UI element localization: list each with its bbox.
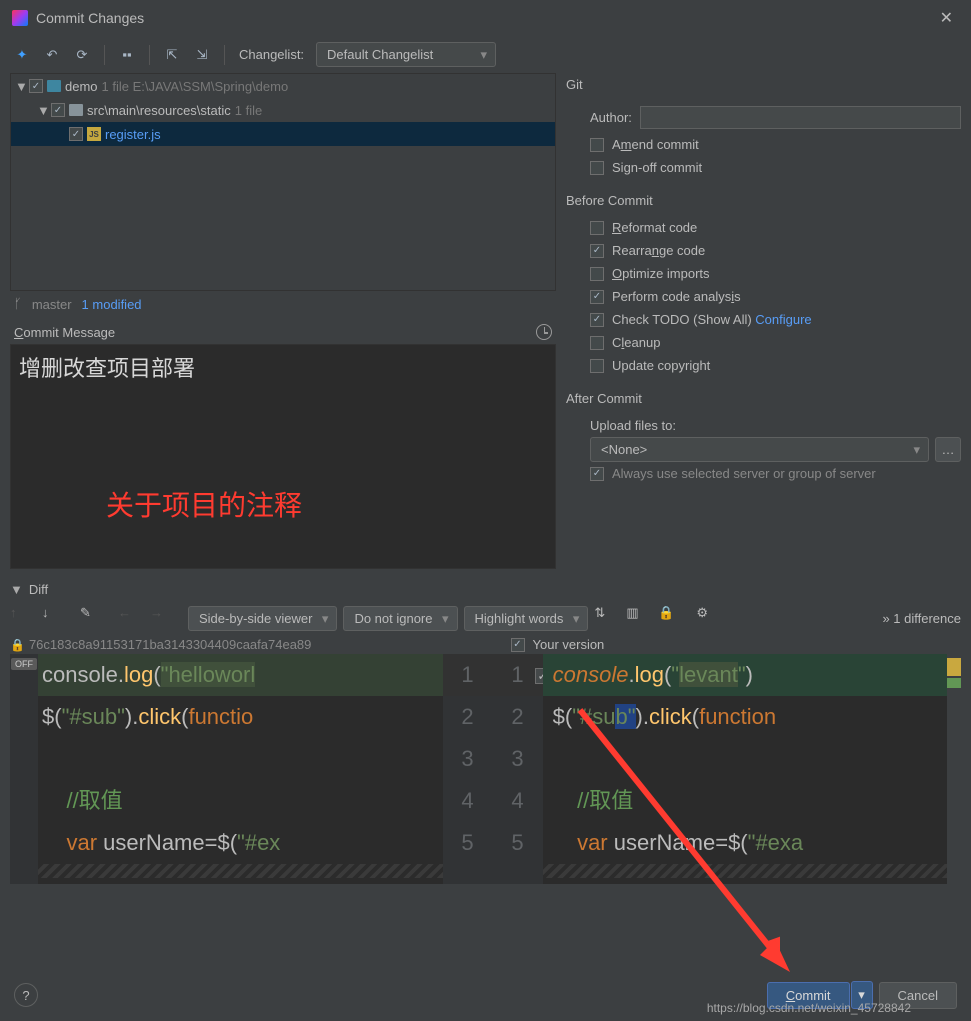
marker-gutter[interactable] (947, 654, 961, 884)
diff-toolbar: ↑ ↓ ✎ ← → Side-by-side viewer Do not ign… (0, 601, 971, 635)
window-title: Commit Changes (36, 10, 934, 26)
bottom-bar: ? CCommitommit ▾ Cancel (0, 969, 971, 1021)
changelist-label: Changelist: (239, 47, 304, 62)
ignore-combo[interactable]: Do not ignore (343, 606, 457, 631)
undo-icon[interactable]: ↶ (40, 43, 64, 67)
diff-viewer: OFF console.log("helloworl $("#sub").cli… (10, 654, 961, 884)
cancel-button[interactable]: Cancel (879, 982, 957, 1009)
gear-icon[interactable]: ⚙ (696, 605, 722, 631)
commit-message-label: Commit Message (14, 325, 115, 340)
status-line: ᚶ master 1 modified (10, 291, 556, 314)
collapse-icon[interactable]: ⇲ (190, 43, 214, 67)
signoff-checkbox[interactable] (590, 161, 604, 175)
modified-count[interactable]: 1 modified (82, 297, 142, 312)
diff-count: » 1 difference (882, 611, 961, 626)
checkbox[interactable] (69, 127, 83, 141)
forward-icon[interactable]: → (150, 605, 176, 631)
close-icon[interactable]: ✕ (934, 6, 959, 30)
your-version-checkbox[interactable] (511, 638, 525, 652)
tree-child[interactable]: ▼ src\main\resources\static 1 file (11, 98, 555, 122)
tree-root[interactable]: ▼ demo 1 file E:\JAVA\SSM\Spring\demo (11, 74, 555, 98)
expand-icon[interactable]: ⇱ (160, 43, 184, 67)
lock-icon[interactable]: 🔒 (658, 605, 684, 631)
file-tree[interactable]: ▼ demo 1 file E:\JAVA\SSM\Spring\demo ▼ … (10, 73, 556, 291)
help-icon[interactable]: ? (14, 983, 38, 1007)
collapse-unchanged-icon[interactable]: ⇅ (594, 605, 620, 631)
git-section-title: Git (566, 73, 961, 102)
highlight-combo[interactable]: Highlight words (464, 606, 589, 631)
signoff-label: Sign-off commit (612, 160, 702, 175)
refresh-icon[interactable]: ⟳ (70, 43, 94, 67)
checkbox[interactable] (590, 336, 604, 350)
line-gutter: 12345 12345 (443, 654, 543, 884)
viewer-combo[interactable]: Side-by-side viewer (188, 606, 337, 631)
before-item: Rearrange code (566, 239, 961, 262)
before-item: Update copyright (566, 354, 961, 377)
checkbox[interactable] (51, 103, 65, 117)
edit-icon[interactable]: ✎ (80, 605, 106, 631)
lock-icon: 🔒 (10, 638, 25, 652)
amend-checkbox[interactable] (590, 138, 604, 152)
diff-toggle-icon[interactable]: ▼ (10, 582, 23, 597)
prev-diff-icon[interactable]: ↑ (10, 605, 36, 631)
before-item: Reformat code (566, 216, 961, 239)
before-item: Optimize imports (566, 262, 961, 285)
author-label: Author: (590, 110, 632, 125)
js-file-icon (87, 127, 101, 141)
checkbox[interactable] (590, 313, 604, 327)
left-pane[interactable]: console.log("helloworl $("#sub").click(f… (38, 654, 443, 884)
expand-icon[interactable]: ▼ (15, 79, 25, 94)
checkbox[interactable] (590, 267, 604, 281)
your-version-label: Your version (533, 637, 605, 652)
commit-button[interactable]: CCommitommit (767, 982, 850, 1009)
changelist-combo[interactable]: Default Changelist (316, 42, 496, 67)
folder-icon (47, 80, 61, 92)
before-item: Cleanup (566, 331, 961, 354)
before-item: Perform code analysis (566, 285, 961, 308)
tree-leaf[interactable]: register.js (11, 122, 555, 146)
expand-icon[interactable]: ▼ (37, 103, 47, 118)
checkbox[interactable] (590, 290, 604, 304)
sync-scroll-icon[interactable]: ▥ (626, 605, 652, 631)
branch-icon: ᚶ (14, 297, 22, 312)
commit-message-input[interactable] (10, 344, 556, 569)
folder-icon (69, 104, 83, 116)
browse-button[interactable]: … (935, 437, 961, 462)
commit-dropdown-button[interactable]: ▾ (851, 981, 873, 1009)
next-diff-icon[interactable]: ↓ (42, 605, 68, 631)
before-item: Check TODO (Show All) Configure (566, 308, 961, 331)
upload-label: Upload files to: (590, 418, 676, 433)
titlebar: Commit Changes ✕ (0, 0, 971, 36)
after-commit-title: After Commit (566, 377, 961, 414)
off-badge: OFF (11, 658, 37, 670)
back-icon[interactable]: ← (118, 605, 144, 631)
checkbox[interactable] (590, 359, 604, 373)
changelist-icon[interactable]: ✦ (10, 43, 34, 67)
checkbox[interactable] (29, 79, 43, 93)
checkbox[interactable] (590, 221, 604, 235)
group-icon[interactable]: ▪▪ (115, 43, 139, 67)
branch-name: master (32, 297, 72, 312)
checkbox[interactable] (590, 244, 604, 258)
app-icon (12, 10, 28, 26)
diff-label: Diff (29, 582, 48, 597)
toolbar: ✦ ↶ ⟳ ▪▪ ⇱ ⇲ Changelist: Default Changel… (0, 36, 971, 73)
always-checkbox[interactable] (590, 467, 604, 481)
before-commit-title: Before Commit (566, 179, 961, 216)
right-pane[interactable]: console.log("levant") $("#sub").click(fu… (543, 654, 948, 884)
amend-label: Amend commit (612, 137, 699, 152)
commit-hash: 76c183c8a91153171ba3143304409caafa74ea89 (29, 637, 311, 652)
history-icon[interactable] (536, 324, 552, 340)
upload-combo[interactable]: <None> (590, 437, 929, 462)
author-input[interactable] (640, 106, 961, 129)
